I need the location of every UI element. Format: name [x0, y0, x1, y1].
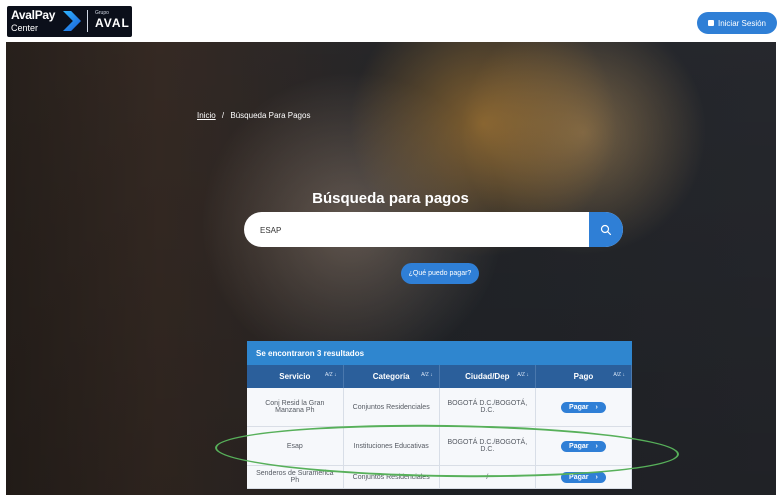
- brand-group: AVAL: [95, 16, 130, 30]
- column-label: Pago: [573, 372, 594, 381]
- column-label: Ciudad/Dep: [465, 372, 510, 381]
- cell-servicio: Conj Resid la Gran Manzana Ph: [247, 388, 344, 427]
- column-label: Servicio: [279, 372, 311, 381]
- search-button[interactable]: [589, 212, 623, 247]
- results-summary: Se encontraron 3 resultados: [247, 341, 632, 365]
- chevron-right-icon: ›: [595, 473, 598, 481]
- cell-categoria: Conjuntos Residenciales: [343, 388, 440, 427]
- brand-separator: [87, 10, 88, 32]
- sort-icon: A/Z ↓: [613, 372, 625, 378]
- table-row: Conj Resid la Gran Manzana Ph Conjuntos …: [247, 388, 632, 427]
- sort-icon: A/Z ↓: [517, 372, 529, 378]
- login-label: Iniciar Sesión: [717, 18, 767, 28]
- lock-icon: [707, 20, 714, 26]
- breadcrumb-current: Búsqueda Para Pagos: [230, 111, 311, 120]
- cell-pago: Pagar ›: [535, 388, 632, 427]
- search-icon: [600, 224, 612, 235]
- column-pago[interactable]: Pago A/Z ↓: [535, 365, 632, 388]
- search-bar: [244, 212, 623, 247]
- search-title: Búsqueda para pagos: [312, 190, 469, 207]
- column-categoria[interactable]: Categoría A/Z ↓: [343, 365, 440, 388]
- column-label: Categoría: [372, 372, 410, 381]
- cell-ciudad: BOGOTÁ D.C./BOGOTÁ, D.C.: [439, 388, 536, 427]
- top-bar: AvalPay Center Grupo AVAL Iniciar Sesión: [0, 0, 781, 42]
- column-ciudad[interactable]: Ciudad/Dep A/Z ↓: [439, 365, 536, 388]
- column-servicio[interactable]: Servicio A/Z ↓: [247, 365, 344, 388]
- pay-button[interactable]: Pagar ›: [561, 401, 606, 413]
- brand-chevron-icon: [63, 11, 81, 31]
- brand-sub: Center: [11, 23, 39, 33]
- pay-button-label: Pagar: [569, 403, 589, 411]
- login-button[interactable]: Iniciar Sesión: [697, 12, 777, 34]
- chevron-right-icon: ›: [595, 403, 598, 411]
- sort-icon: A/Z ↓: [324, 372, 337, 378]
- breadcrumb-home-link[interactable]: Inicio: [197, 111, 216, 120]
- breadcrumb: Inicio / Búsqueda Para Pagos: [197, 111, 310, 120]
- brand-name: AvalPay: [11, 8, 56, 22]
- que-puedo-pagar-button[interactable]: ¿Qué puedo pagar?: [401, 263, 479, 284]
- sort-icon: A/Z ↓: [421, 372, 433, 378]
- avalpay-logo[interactable]: AvalPay Center Grupo AVAL: [7, 6, 132, 37]
- breadcrumb-separator: /: [221, 111, 225, 120]
- search-input[interactable]: [258, 212, 582, 247]
